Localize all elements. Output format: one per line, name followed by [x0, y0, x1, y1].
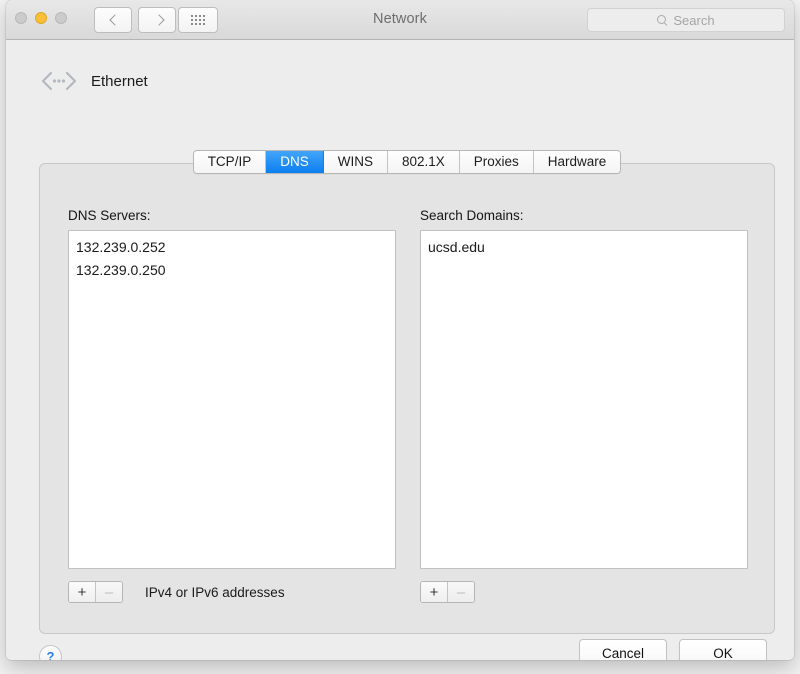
- dns-servers-hint: IPv4 or IPv6 addresses: [145, 584, 285, 600]
- list-item[interactable]: 132.239.0.252: [69, 236, 395, 259]
- search-domains-column: Search Domains: ucsd.edu + –: [420, 208, 748, 603]
- list-item[interactable]: ucsd.edu: [421, 236, 747, 259]
- help-button[interactable]: ?: [39, 645, 62, 660]
- window-titlebar: Network Search: [6, 0, 794, 40]
- search-domains-add-remove-group: + –: [420, 581, 475, 603]
- tab-dns[interactable]: DNS: [266, 151, 324, 173]
- dialog-buttons: Cancel OK: [579, 639, 767, 660]
- tab-proxies[interactable]: Proxies: [459, 151, 534, 173]
- tab-8021x[interactable]: 802.1X: [387, 151, 460, 173]
- dns-servers-add-remove-group: + –: [68, 581, 123, 603]
- dns-servers-controls: + – IPv4 or IPv6 addresses: [68, 581, 396, 603]
- tab-wins[interactable]: WINS: [323, 151, 388, 173]
- search-field[interactable]: Search: [587, 8, 785, 32]
- add-dns-server-button[interactable]: +: [69, 582, 95, 602]
- tab-list: TCP/IP DNS WINS 802.1X Proxies Hardware: [192, 150, 622, 174]
- cancel-button[interactable]: Cancel: [579, 639, 667, 660]
- device-header: Ethernet: [39, 69, 148, 93]
- dns-servers-label: DNS Servers:: [68, 208, 151, 223]
- search-placeholder: Search: [673, 12, 715, 28]
- search-icon: [657, 14, 668, 26]
- window-body: Ethernet TCP/IP DNS WINS 802.1X Proxies …: [6, 40, 794, 660]
- device-name: Ethernet: [91, 72, 148, 90]
- search-domains-label: Search Domains:: [420, 208, 524, 223]
- ok-button[interactable]: OK: [679, 639, 767, 660]
- dns-servers-column: DNS Servers: 132.239.0.252 132.239.0.250…: [68, 208, 396, 603]
- add-search-domain-button[interactable]: +: [421, 582, 447, 602]
- tab-strip: TCP/IP DNS WINS 802.1X Proxies Hardware: [40, 150, 774, 174]
- network-preferences-window: Network Search Ethernet TCP/IP DNS WINS …: [6, 0, 794, 660]
- tab-tcpip[interactable]: TCP/IP: [193, 151, 267, 173]
- remove-search-domain-button: –: [447, 582, 474, 602]
- search-domains-list[interactable]: ucsd.edu: [420, 230, 748, 569]
- search-domains-controls: + –: [420, 581, 748, 603]
- ethernet-icon: [39, 69, 79, 93]
- list-item[interactable]: 132.239.0.250: [69, 259, 395, 282]
- tab-content-panel: TCP/IP DNS WINS 802.1X Proxies Hardware …: [39, 150, 775, 634]
- remove-dns-server-button: –: [95, 582, 122, 602]
- dns-servers-list[interactable]: 132.239.0.252 132.239.0.250: [68, 230, 396, 569]
- tab-hardware[interactable]: Hardware: [533, 151, 621, 173]
